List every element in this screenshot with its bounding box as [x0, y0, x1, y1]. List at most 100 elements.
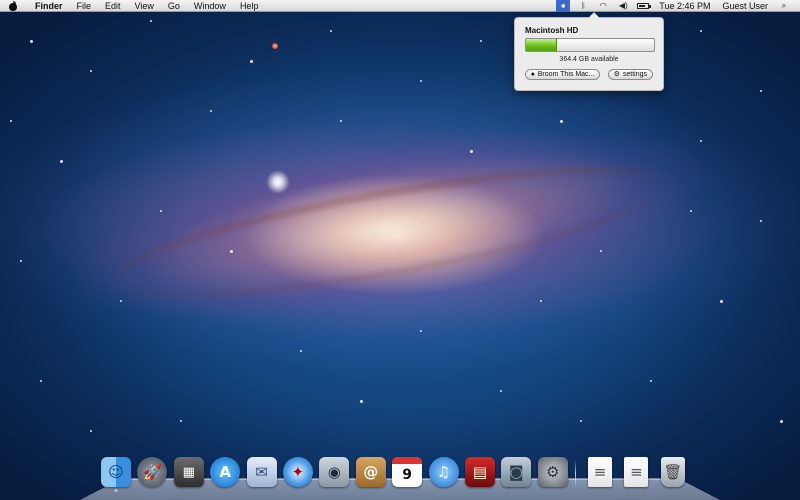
star — [90, 430, 92, 432]
star — [20, 260, 22, 262]
iphoto-icon: ◙ — [501, 457, 532, 487]
star — [560, 120, 563, 123]
facetime-dock-item[interactable]: ◉ — [318, 456, 350, 488]
broom-icon[interactable]: ♠ — [556, 0, 571, 12]
menu-bar: Finder File Edit View Go Window Help ♠ ᛒ… — [0, 0, 800, 12]
documents-stack-icon: ≡ — [588, 457, 613, 487]
volume-icon[interactable]: ◀) — [616, 0, 630, 12]
finder-icon: ☺ — [101, 457, 131, 487]
finder-dock-item[interactable]: ☺ — [100, 456, 132, 492]
address-book-dock-item[interactable]: @ — [355, 456, 387, 488]
bluetooth-icon[interactable]: ᛒ — [576, 0, 590, 12]
documents-stack-dock-item[interactable]: ≡ — [584, 456, 616, 488]
fast-user-switch[interactable]: Guest User — [716, 0, 774, 12]
broom-icon: ♠ — [531, 71, 535, 78]
star — [470, 150, 473, 153]
red-star — [272, 43, 278, 49]
address-book-icon: @ — [355, 457, 386, 487]
star — [780, 420, 783, 423]
star — [420, 80, 422, 82]
star — [700, 140, 702, 142]
disk-usage-bar — [525, 38, 655, 52]
mail-dock-item[interactable]: ✉ — [246, 456, 278, 488]
menu-bar-left: Finder File Edit View Go Window Help — [0, 0, 265, 12]
star — [700, 30, 702, 32]
trash-dock-item[interactable]: 🗑 — [657, 456, 689, 488]
dock: ☺ 🚀 ▦ A ✉ ✦ ◉ @9 ♫ ▤ ◙ ⚙ ≡ ≡ 🗑 — [100, 452, 693, 492]
star — [360, 400, 363, 403]
star — [760, 220, 762, 222]
ical-dock-item[interactable]: 9 — [391, 456, 423, 488]
broom-button-label: Broom This Mac... — [537, 71, 595, 78]
star — [690, 210, 692, 212]
launchpad-dock-item[interactable]: 🚀 — [136, 456, 168, 488]
star — [580, 420, 582, 422]
menu-help[interactable]: Help — [233, 0, 266, 12]
star — [540, 300, 542, 302]
system-preferences-dock-item[interactable]: ⚙ — [537, 456, 569, 488]
facetime-icon: ◉ — [319, 457, 350, 487]
safari-icon: ✦ — [282, 457, 313, 487]
broom-this-mac-button[interactable]: ♠ Broom This Mac... — [525, 69, 601, 80]
bright-star — [266, 170, 290, 194]
menu-edit[interactable]: Edit — [98, 0, 128, 12]
star — [720, 300, 723, 303]
gear-icon: ⚙ — [613, 71, 620, 78]
app-store-icon: A — [210, 457, 241, 487]
popover-buttons: ♠ Broom This Mac... ⚙ settings — [525, 69, 653, 80]
menu-file[interactable]: File — [70, 0, 99, 12]
star — [210, 110, 212, 112]
star — [480, 40, 482, 42]
apple-menu-icon[interactable] — [8, 0, 18, 11]
disk-available-text: 364.4 GB available — [559, 56, 619, 63]
star — [420, 330, 422, 332]
menu-window[interactable]: Window — [187, 0, 233, 12]
photo-booth-dock-item[interactable]: ▤ — [464, 456, 496, 488]
star — [30, 40, 33, 43]
menu-view[interactable]: View — [128, 0, 161, 12]
settings-button[interactable]: ⚙ settings — [607, 69, 653, 80]
star — [500, 390, 502, 392]
star — [160, 210, 162, 212]
star — [90, 70, 92, 72]
star — [600, 250, 602, 252]
mission-control-icon: ▦ — [173, 457, 204, 487]
mail-icon: ✉ — [246, 457, 277, 487]
itunes-dock-item[interactable]: ♫ — [428, 456, 460, 488]
iphoto-dock-item[interactable]: ◙ — [500, 456, 532, 488]
ical-icon: 9 — [392, 457, 423, 487]
disk-usage-popover: Macintosh HD 364.4 GB available ♠ Broom … — [514, 12, 664, 91]
system-preferences-icon: ⚙ — [537, 457, 568, 487]
star — [250, 60, 253, 63]
itunes-icon: ♫ — [428, 457, 459, 487]
star — [10, 120, 12, 122]
star — [340, 120, 342, 122]
star — [60, 160, 63, 163]
spotlight-search-icon[interactable]: ⌕ — [777, 0, 791, 12]
disk-usage-fill — [526, 39, 557, 51]
downloads-stack-dock-item[interactable]: ≡ — [620, 456, 652, 488]
star — [650, 380, 652, 382]
menu-bar-extras: ♠ ᛒ ◠ ◀) Tue 2:46 PM Guest User ⌕ — [553, 0, 800, 12]
photo-booth-icon: ▤ — [464, 457, 495, 487]
star — [150, 20, 152, 22]
running-indicator — [114, 489, 118, 492]
launchpad-icon: 🚀 — [137, 457, 168, 487]
desktop-wallpaper — [0, 0, 800, 500]
menu-clock[interactable]: Tue 2:46 PM — [653, 0, 716, 12]
menu-app-name[interactable]: Finder — [28, 0, 70, 12]
app-store-dock-item[interactable]: A — [209, 456, 241, 488]
menu-go[interactable]: Go — [161, 0, 187, 12]
battery-icon[interactable] — [636, 0, 652, 12]
safari-dock-item[interactable]: ✦ — [282, 456, 314, 488]
star — [300, 350, 302, 352]
dock-divider — [575, 460, 577, 488]
star — [330, 30, 332, 32]
star — [40, 380, 42, 382]
wifi-icon[interactable]: ◠ — [596, 0, 610, 12]
star — [180, 420, 182, 422]
trash-icon: 🗑 — [660, 457, 685, 487]
mission-control-dock-item[interactable]: ▦ — [173, 456, 205, 488]
star — [120, 300, 122, 302]
downloads-stack-icon: ≡ — [624, 457, 649, 487]
